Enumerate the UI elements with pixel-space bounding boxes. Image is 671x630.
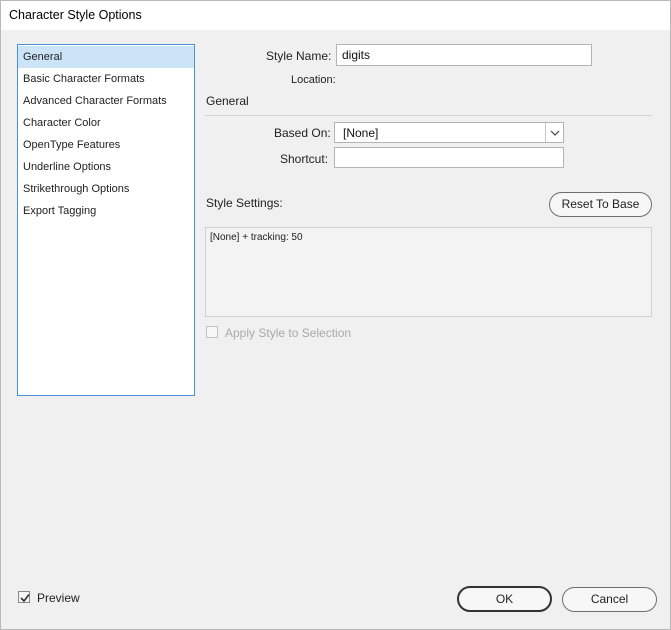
cancel-button[interactable]: Cancel [562,587,657,612]
nav-item-advanced-character-formats[interactable]: Advanced Character Formats [18,90,194,112]
title-bar[interactable]: Character Style Options [1,1,670,30]
window-title: Character Style Options [9,8,142,22]
style-name-input[interactable]: digits [336,44,592,66]
style-name-value: digits [342,48,371,62]
nav-item-export-tagging[interactable]: Export Tagging [18,200,194,222]
nav-item-label: Underline Options [23,161,112,173]
location-label: Location: [291,74,336,86]
nav-item-label: OpenType Features [23,139,121,151]
style-settings-text: [None] + tracking: 50 [210,232,303,243]
nav-item-general[interactable]: General [18,46,194,68]
apply-style-checkbox[interactable] [206,326,218,338]
section-title-general: General [206,94,249,108]
style-name-label: Style Name: [266,49,332,63]
shortcut-input[interactable] [334,147,564,168]
chevron-down-icon[interactable] [545,123,563,142]
style-settings-label: Style Settings: [206,196,283,210]
style-settings-box: [None] + tracking: 50 [205,227,652,317]
nav-item-underline-options[interactable]: Underline Options [18,156,194,178]
apply-style-label: Apply Style to Selection [225,326,352,340]
nav-item-label: Basic Character Formats [23,73,145,85]
based-on-value: [None] [343,126,379,140]
nav-item-label: Export Tagging [23,205,97,217]
ok-button[interactable]: OK [457,586,552,612]
nav-item-label: General [23,51,63,63]
nav-item-basic-character-formats[interactable]: Basic Character Formats [18,68,194,90]
nav-item-strikethrough-options[interactable]: Strikethrough Options [18,178,194,200]
nav-item-character-color[interactable]: Character Color [18,112,194,134]
based-on-dropdown[interactable]: [None] [334,122,564,143]
reset-to-base-button[interactable]: Reset To Base [549,192,652,217]
nav-item-label: Strikethrough Options [23,183,130,195]
nav-item-label: Advanced Character Formats [23,95,167,107]
preview-checkbox[interactable] [18,591,30,603]
preview-label: Preview [37,591,80,605]
character-style-options-dialog: Character Style Options General Basic Ch… [0,0,671,630]
nav-item-opentype-features[interactable]: OpenType Features [18,134,194,156]
section-divider [205,115,653,116]
shortcut-label: Shortcut: [280,152,329,166]
based-on-label: Based On: [274,126,331,140]
nav-item-label: Character Color [23,117,101,129]
category-list: General Basic Character Formats Advanced… [17,44,195,396]
checkmark-icon [20,594,30,603]
